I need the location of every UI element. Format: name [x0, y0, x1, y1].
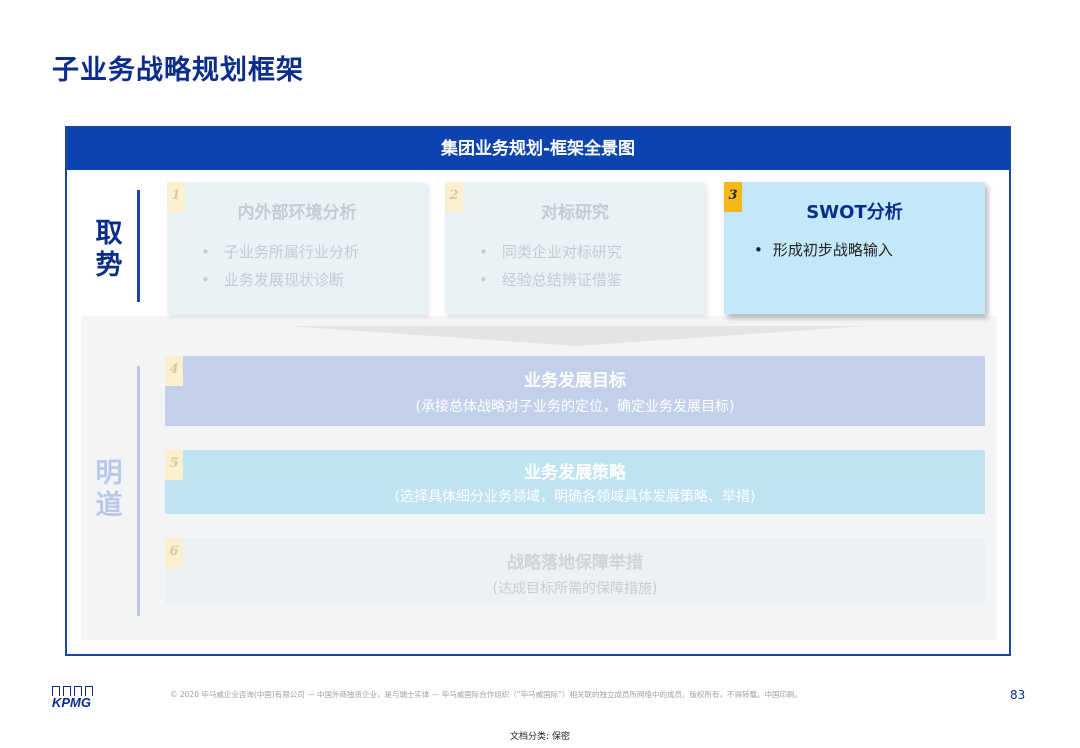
- band-business-goals: 4 业务发展目标 (承接总体战略对子业务的定位，确定业务发展目标): [165, 356, 985, 426]
- list-item: 业务发展现状诊断: [201, 266, 359, 294]
- list-item: 子业务所属行业分析: [201, 238, 359, 266]
- side-label-char: 取: [95, 218, 123, 249]
- band-title: 战略落地保障举措: [507, 553, 643, 573]
- logo-text: KPMG: [52, 695, 91, 710]
- page-title: 子业务战略规划框架: [52, 55, 304, 86]
- card-environment-analysis: 1 内外部环境分析 子业务所属行业分析 业务发展现状诊断: [167, 182, 427, 314]
- band-title: 业务发展策略: [524, 463, 626, 483]
- list-item: 形成初步战略输入: [754, 236, 893, 264]
- framework-header: 集团业务规划-框架全景图: [67, 128, 1009, 170]
- side-label-qushi: 取 势: [87, 218, 131, 282]
- document-classification: 文档分类: 保密: [510, 732, 570, 742]
- page-number: 83: [1010, 688, 1026, 702]
- card-title: 内外部环境分析: [237, 203, 357, 223]
- card-title: 对标研究: [541, 203, 609, 223]
- list-item: 经验总结辨证借鉴: [479, 266, 622, 294]
- copyright-notice: © 2020 毕马威企业咨询(中国)有限公司 — 中国外商独资企业，是与瑞士实体…: [170, 690, 803, 699]
- card-bullet-list: 同类企业对标研究 经验总结辨证借鉴: [479, 238, 622, 294]
- section-divider-line: [137, 366, 140, 616]
- section-divider-line: [137, 190, 140, 302]
- card-title: SWOT分析: [806, 202, 903, 223]
- kpmg-logo: KPMG: [52, 686, 102, 712]
- band-subtitle: (达成目标所需的保障措施): [492, 581, 658, 597]
- card-bullet-list: 子业务所属行业分析 业务发展现状诊断: [201, 238, 359, 294]
- card-bullet-list: 形成初步战略输入: [754, 236, 893, 264]
- card-swot-analysis: 3 SWOT分析 形成初步战略输入: [724, 182, 985, 314]
- band-implementation-measures: 6 战略落地保障举措 (达成目标所需的保障措施): [165, 538, 985, 604]
- side-label-char: 势: [95, 250, 123, 281]
- band-business-strategy: 5 业务发展策略 (选择具体细分业务领域，明确各领域具体发展策略、举措): [165, 450, 985, 514]
- framework-panel: 集团业务规划-框架全景图 取 势 明 道 1 内外部环境分析 子业务所属行业分析…: [65, 126, 1011, 656]
- card-benchmark-research: 2 对标研究 同类企业对标研究 经验总结辨证借鉴: [445, 182, 705, 314]
- side-label-char: 道: [95, 490, 123, 521]
- side-label-mingdao: 明 道: [87, 458, 131, 522]
- side-label-char: 明: [95, 458, 123, 489]
- band-title: 业务发展目标: [524, 371, 626, 391]
- down-arrow-shape: [287, 326, 867, 346]
- band-subtitle: (承接总体战略对子业务的定位，确定业务发展目标): [415, 399, 735, 415]
- list-item: 同类企业对标研究: [479, 238, 622, 266]
- band-subtitle: (选择具体细分业务领域，明确各领域具体发展策略、举措): [394, 489, 756, 505]
